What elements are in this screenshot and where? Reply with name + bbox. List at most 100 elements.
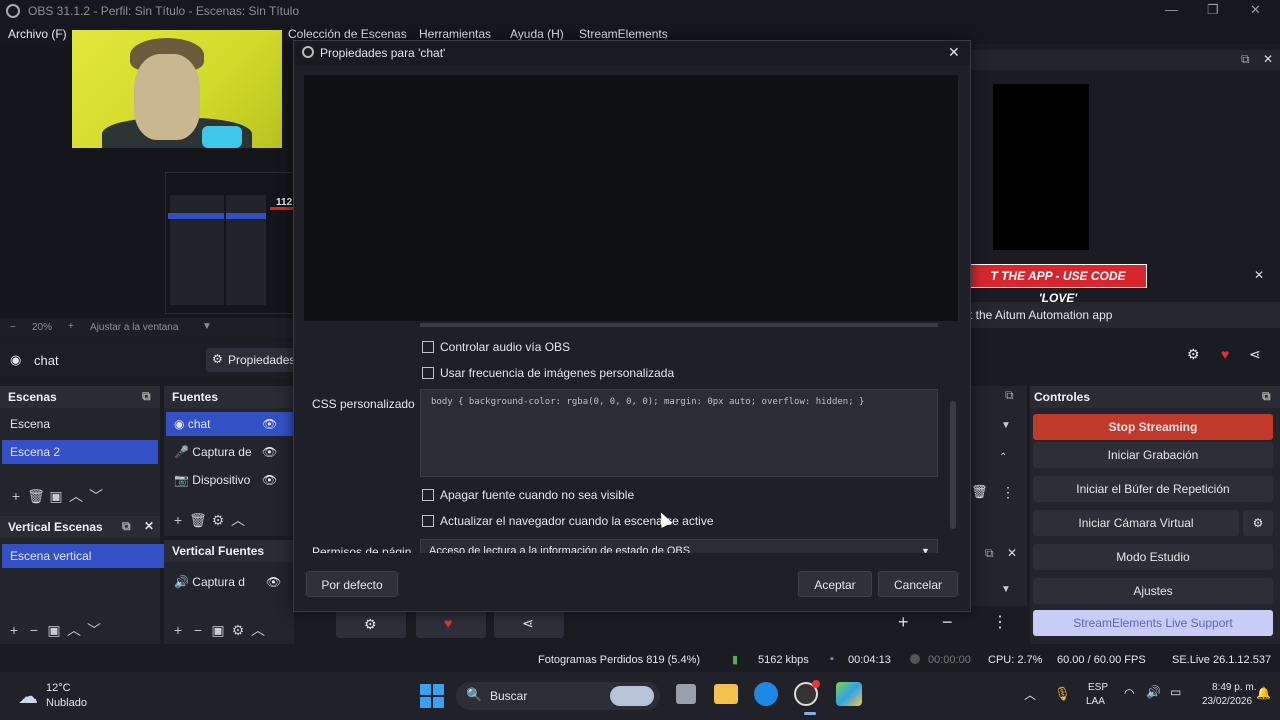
- share-icon[interactable]: ⋖: [1249, 346, 1261, 363]
- battery-icon[interactable]: ▭: [1170, 685, 1181, 699]
- close-window-button[interactable]: ✕: [1250, 2, 1261, 18]
- virtual-camera-settings-button[interactable]: ⚙: [1243, 510, 1273, 536]
- weather-desc[interactable]: Nublado: [46, 697, 87, 709]
- eye-icon[interactable]: 👁: [262, 468, 277, 492]
- virtual-camera-button[interactable]: Iniciar Cámara Virtual: [1033, 510, 1239, 536]
- eye-icon[interactable]: 👁: [262, 412, 277, 436]
- add-icon[interactable]: +: [4, 622, 24, 638]
- trash-icon[interactable]: 🗑: [26, 488, 46, 505]
- scene-item[interactable]: Escena: [2, 412, 158, 436]
- filter-icon[interactable]: ▣: [44, 622, 64, 639]
- studio-mode-button[interactable]: Modo Estudio: [1033, 544, 1273, 570]
- source-item[interactable]: ◉ chat 👁: [166, 412, 300, 436]
- filter-icon[interactable]: ▣: [46, 488, 66, 505]
- trash-icon[interactable]: 🗑: [188, 512, 208, 529]
- permissions-select[interactable]: Acceso de lectura a la información de es…: [420, 539, 938, 553]
- undock-icon[interactable]: ⧉: [1262, 389, 1271, 404]
- weather-temp[interactable]: 12°C: [46, 682, 71, 694]
- minimize-button[interactable]: —: [1165, 2, 1178, 17]
- wifi-icon[interactable]: ◠: [1124, 686, 1134, 700]
- edge-browser-icon[interactable]: [754, 682, 778, 706]
- custom-css-textarea[interactable]: body { background-color: rgba(0, 0, 0, 0…: [420, 389, 938, 477]
- se-live-support-button[interactable]: StreamElements Live Support: [1033, 610, 1273, 636]
- close-icon[interactable]: ✕: [1263, 52, 1273, 66]
- refresh-active-checkbox[interactable]: [422, 515, 434, 527]
- replay-buffer-button[interactable]: Iniciar el Búfer de Repetición: [1033, 476, 1273, 502]
- remove-icon[interactable]: −: [24, 622, 44, 638]
- close-icon[interactable]: ✕: [948, 44, 960, 61]
- windows-start-icon[interactable]: [420, 684, 444, 708]
- zoom-out-icon[interactable]: −: [10, 322, 16, 333]
- remove-icon[interactable]: −: [942, 612, 953, 633]
- shutdown-hidden-checkbox[interactable]: [422, 489, 434, 501]
- stop-streaming-button[interactable]: Stop Streaming: [1033, 414, 1273, 440]
- properties-button[interactable]: ⚙ Propiedades: [206, 348, 300, 372]
- chevron-down-icon[interactable]: ▼: [202, 321, 212, 332]
- trash-icon[interactable]: 🗑: [971, 484, 988, 500]
- gear-icon[interactable]: ⚙: [228, 622, 248, 639]
- file-explorer-icon[interactable]: [714, 684, 738, 704]
- aitum-info[interactable]: t the Aitum Automation app: [969, 302, 1280, 328]
- menu-streamelements[interactable]: StreamElements: [579, 27, 668, 41]
- source-item[interactable]: 🎤 Captura de 👁: [166, 440, 300, 464]
- dock-share-button[interactable]: ⋖: [494, 610, 564, 638]
- scene-item[interactable]: Escena vertical: [2, 544, 164, 568]
- undock-icon[interactable]: ⧉: [1005, 388, 1014, 403]
- notifications-icon[interactable]: 🔔: [1256, 686, 1271, 700]
- close-banner-icon[interactable]: ✕: [1254, 268, 1264, 282]
- gear-icon[interactable]: ⚙: [1187, 346, 1200, 363]
- close-icon[interactable]: ✕: [1007, 546, 1017, 560]
- source-item[interactable]: 🔊 Captura d 👁: [166, 570, 300, 594]
- spin-icon[interactable]: ⌃: [999, 452, 1007, 463]
- eye-icon[interactable]: 👁: [266, 570, 281, 594]
- taskbar-search[interactable]: 🔍 Buscar: [456, 682, 660, 710]
- more-icon[interactable]: ⋮: [992, 612, 1008, 632]
- cancel-button[interactable]: Cancelar: [878, 571, 958, 597]
- mic-icon[interactable]: 🎙: [1054, 686, 1071, 702]
- promo-banner[interactable]: T THE APP - USE CODE 'LOVE': [969, 264, 1147, 305]
- close-icon[interactable]: ✕: [144, 519, 154, 533]
- dock-support-button[interactable]: ♥: [416, 610, 486, 638]
- gear-icon[interactable]: ⚙: [208, 512, 228, 529]
- dock-settings-button[interactable]: ⚙: [336, 610, 406, 638]
- volume-icon[interactable]: 🔊: [1146, 685, 1161, 699]
- control-audio-checkbox[interactable]: [422, 341, 434, 353]
- add-icon[interactable]: +: [168, 512, 188, 528]
- menu-ayuda[interactable]: Ayuda (H): [510, 27, 564, 41]
- undock-icon[interactable]: ⧉: [1241, 52, 1250, 67]
- defaults-button[interactable]: Por defecto: [306, 571, 398, 597]
- properties-scroll-area[interactable]: Controlar audio vía OBS Usar frecuencia …: [294, 323, 970, 553]
- move-up-icon[interactable]: ︿: [64, 620, 84, 640]
- move-up-icon[interactable]: ︿: [66, 486, 86, 506]
- eye-icon[interactable]: 👁: [262, 440, 277, 464]
- maximize-button[interactable]: ❐: [1207, 2, 1219, 18]
- task-view-icon[interactable]: [676, 684, 696, 704]
- filter-icon[interactable]: ▣: [208, 622, 228, 639]
- fit-window-label[interactable]: Ajustar a la ventana: [90, 322, 178, 333]
- scene-item[interactable]: Escena 2: [2, 440, 158, 464]
- clock-date[interactable]: 23/02/2026: [1202, 696, 1252, 707]
- input-lang[interactable]: ESP: [1088, 682, 1108, 693]
- settings-button[interactable]: Ajustes: [1033, 578, 1273, 604]
- remove-icon[interactable]: −: [188, 622, 208, 638]
- undock-icon[interactable]: ⧉: [985, 546, 994, 561]
- source-item[interactable]: 📷 Dispositivo 👁: [166, 468, 300, 492]
- move-up-icon[interactable]: ︿: [248, 620, 268, 640]
- clock-time[interactable]: 8:49 p. m.: [1212, 682, 1256, 693]
- undock-icon[interactable]: ⧉: [122, 519, 131, 534]
- add-icon[interactable]: +: [6, 488, 26, 504]
- menu-coleccion[interactable]: Colección de Escenas: [288, 27, 407, 41]
- move-down-icon[interactable]: ﹀: [86, 486, 106, 506]
- undock-icon[interactable]: ⧉: [142, 389, 151, 404]
- move-down-icon[interactable]: ﹀: [84, 620, 104, 640]
- bluestacks-icon[interactable]: [836, 682, 862, 706]
- add-icon[interactable]: +: [168, 622, 188, 638]
- start-recording-button[interactable]: Iniciar Grabación: [1033, 442, 1273, 468]
- add-icon[interactable]: +: [898, 612, 909, 633]
- scrollbar-thumb[interactable]: [950, 401, 956, 529]
- move-up-icon[interactable]: ︿: [228, 510, 248, 530]
- menu-herramientas[interactable]: Herramientas: [419, 27, 491, 41]
- custom-fps-checkbox[interactable]: [422, 367, 434, 379]
- chevron-down-icon[interactable]: ▼: [1001, 420, 1011, 431]
- ok-button[interactable]: Aceptar: [798, 571, 872, 597]
